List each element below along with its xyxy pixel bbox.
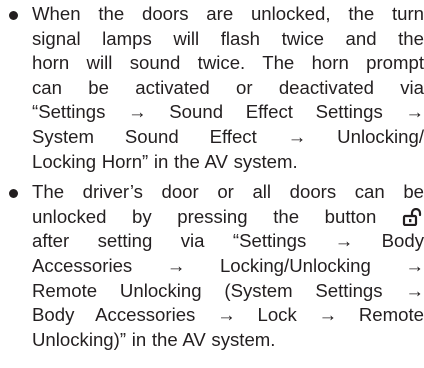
text-line: When the doors are unlocked, the turn: [32, 3, 424, 24]
text-line-with-icon: unlocked by pressing the button: [32, 205, 424, 230]
text-line: Locking Horn” in the AV system.: [32, 150, 298, 172]
text-line: Remote Unlocking (System Settings →: [32, 279, 424, 301]
bullet-dot: [9, 189, 18, 199]
text-line: Body Accessories → Lock → Remote: [32, 304, 424, 326]
bullet-paragraph: The driver’s door or all doors can be un…: [32, 178, 424, 352]
text-line: horn will sound twice. The horn prompt: [32, 52, 424, 74]
text-line: after setting via “Settings → Body: [32, 230, 424, 252]
text-segment: unlocked by pressing the button: [32, 205, 377, 227]
text-line: signal lamps will flash twice and the: [32, 27, 424, 49]
text-line: Accessories → Locking/Unlocking →: [32, 254, 424, 276]
text-line: “Settings → Sound Effect Settings →: [32, 101, 424, 123]
document-page: When the doors are unlocked, the turn si…: [0, 0, 424, 352]
unlock-padlock-icon: [402, 207, 422, 226]
text-line: can be activated or deactivated via: [32, 76, 424, 98]
bullet-paragraph: When the doors are unlocked, the turn si…: [32, 0, 424, 174]
bullet-item-door-unlock-signal: When the doors are unlocked, the turn si…: [0, 0, 424, 174]
text-line: System Sound Effect → Unlocking/: [32, 125, 424, 147]
text-line: The driver’s door or all doors can be: [32, 181, 424, 203]
text-line: Unlocking)” in the AV system.: [32, 328, 276, 350]
bullet-dot: [9, 11, 18, 20]
bullet-item-remote-unlocking: The driver’s door or all doors can be un…: [0, 178, 424, 352]
